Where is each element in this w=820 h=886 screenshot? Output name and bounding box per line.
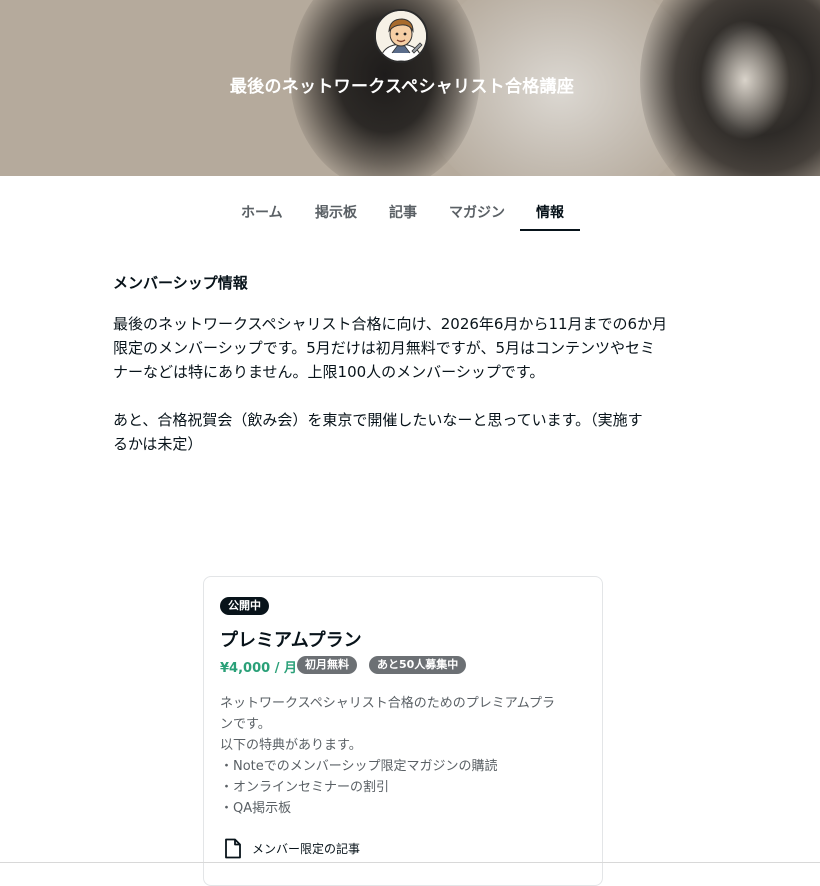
benefit-label: メンバー限定の記事	[252, 842, 361, 856]
plan-description: ネットワークスペシャリスト合格のためのプレミアムプラ ンです。 以下の特典があり…	[220, 696, 556, 816]
slots-remaining-badge: あと50人募集中	[369, 656, 467, 674]
plan-price: ¥4,000 / 月	[220, 661, 297, 676]
active-tab-indicator	[520, 229, 580, 231]
membership-info-heading: メンバーシップ情報	[113, 274, 248, 292]
divider	[0, 862, 820, 863]
document-icon	[224, 838, 242, 863]
page-title: 最後のネットワークスペシャリスト合格講座	[229, 77, 575, 97]
plan-name: プレミアムプラン	[220, 630, 362, 651]
avatar-illustration	[376, 11, 426, 61]
tab-magazine[interactable]: マガジン	[449, 202, 505, 222]
status-badge: 公開中	[220, 597, 269, 615]
tab-board[interactable]: 掲示板	[315, 202, 357, 222]
membership-info-text: 最後のネットワークスペシャリスト合格に向け、2026年6月から11月までの6か月…	[113, 315, 668, 453]
first-month-free-badge: 初月無料	[297, 656, 357, 674]
tab-home[interactable]: ホーム	[241, 202, 283, 222]
tab-articles[interactable]: 記事	[389, 202, 417, 222]
plan-card[interactable]: 公開中 プレミアムプラン ¥4,000 / 月 初月無料 あと50人募集中 ネッ…	[203, 576, 603, 886]
tab-bar: ホーム 掲示板 記事 マガジン 情報	[0, 176, 820, 234]
person-avatar-icon[interactable]	[374, 9, 428, 63]
tab-info[interactable]: 情報	[536, 202, 564, 222]
header-banner: 最後のネットワークスペシャリスト合格講座	[0, 0, 820, 176]
